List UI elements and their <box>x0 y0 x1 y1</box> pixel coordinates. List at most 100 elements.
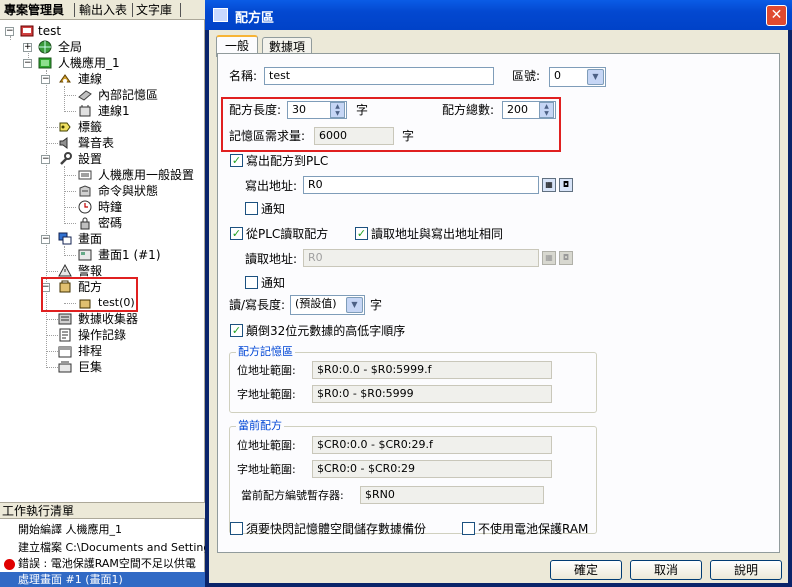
write-to-plc-checkbox[interactable]: ✓ <box>230 154 243 167</box>
collapse-icon[interactable]: − <box>5 27 14 36</box>
collapse-icon[interactable]: − <box>41 75 50 84</box>
tree-item-clock[interactable]: 時鐘 <box>0 199 205 215</box>
tree-item-password[interactable]: 密碼 <box>0 215 205 231</box>
current-bit-range-value: $CR0:0.0 - $CR0:29.f <box>312 436 552 454</box>
reverse-order-checkbox[interactable]: ✓ <box>230 324 243 337</box>
tree-guide <box>46 127 58 128</box>
recipe-dialog: 配方區 ✕ 一般 數據項 名稱: test 區號: 0 ▼ 配方長度: 30 ▲… <box>205 0 792 587</box>
dialog-client: 一般 數據項 名稱: test 區號: 0 ▼ 配方長度: 30 ▲ ▼ 字 配方… <box>209 30 788 583</box>
recipe-bit-range-label: 位地址範圍: <box>237 364 296 377</box>
tree-item-command-status[interactable]: 命令與狀態 <box>0 183 205 199</box>
tree-guide <box>64 95 76 96</box>
spin-up-icon[interactable]: ▲ <box>331 103 344 110</box>
spin-down-icon[interactable]: ▼ <box>331 110 344 117</box>
current-recipe-no-label: 當前配方編號暫存器: <box>241 489 344 502</box>
tree-guide <box>64 111 76 112</box>
name-input[interactable]: test <box>264 67 494 85</box>
tree-item-sound-table[interactable]: 聲音表 <box>0 135 205 151</box>
tab-io-table[interactable]: 輸出入表 <box>79 2 127 18</box>
read-from-plc-checkbox[interactable]: ✓ <box>230 227 243 240</box>
tab-separator <box>180 3 181 17</box>
tree-item-connection1[interactable]: 連線1 <box>0 103 205 119</box>
spin-up-icon[interactable]: ▲ <box>540 103 553 110</box>
write-address-label: 寫出地址: <box>245 179 298 193</box>
read-address-input: R0 <box>303 249 539 267</box>
tree-guide <box>46 271 58 272</box>
recipe-count-spinner[interactable]: ▲ ▼ <box>539 102 554 118</box>
name-label: 名稱: <box>229 69 258 83</box>
error-icon <box>4 559 15 570</box>
recipe-length-spinner[interactable]: ▲ ▼ <box>330 102 345 118</box>
ok-button[interactable]: 確定 <box>550 560 622 580</box>
flash-backup-checkbox[interactable] <box>230 522 243 535</box>
rw-length-label: 讀/寫長度: <box>229 298 286 312</box>
tree-item-tags[interactable]: 標籤 <box>0 119 205 135</box>
log-row[interactable]: 開始編譯 人機應用_1 <box>0 522 205 538</box>
no-battery-checkbox[interactable] <box>462 522 475 535</box>
tree-item-screen1[interactable]: 畫面1 (#1) <box>0 247 205 263</box>
tab-panel-general: 名稱: test 區號: 0 ▼ 配方長度: 30 ▲ ▼ 字 配方總數: 200… <box>217 53 780 553</box>
dialog-app-icon <box>213 8 228 22</box>
spin-down-icon[interactable]: ▼ <box>540 110 553 117</box>
rw-length-value: (預設值) <box>295 297 337 310</box>
read-notify-checkbox[interactable] <box>245 276 258 289</box>
recipe-memory-group-title: 配方記憶區 <box>236 345 295 359</box>
schedule-icon <box>58 346 72 358</box>
tree-item-internal-memory[interactable]: 內部記憶區 <box>0 87 205 103</box>
tree-guide <box>46 319 58 320</box>
tree-item-hmi-general[interactable]: 人機應用一般設置 <box>0 167 205 183</box>
help-button[interactable]: 說明 <box>710 560 782 580</box>
current-word-range-label: 字地址範圍: <box>237 463 296 476</box>
tree-item-global[interactable]: + 全局 <box>0 39 205 55</box>
area-select[interactable]: 0 ▼ <box>549 67 606 87</box>
collapse-icon[interactable]: − <box>41 155 50 164</box>
tab-text-library[interactable]: 文字庫 <box>136 2 172 18</box>
log-row-selected[interactable]: 處理畫面 #1 (畫面1) <box>0 572 205 587</box>
tree-item-schedule[interactable]: 排程 <box>0 343 205 359</box>
tree-item-root[interactable]: − test <box>0 23 205 39</box>
command-icon <box>79 185 91 197</box>
macro-icon <box>58 361 72 373</box>
recipe-length-value: 30 <box>292 103 306 116</box>
rw-length-select[interactable]: (預設值) ▼ <box>290 295 365 315</box>
cancel-button[interactable]: 取消 <box>630 560 702 580</box>
warning-icon <box>58 264 72 277</box>
same-address-checkbox[interactable]: ✓ <box>355 227 368 240</box>
memory-needed-unit: 字 <box>402 129 415 143</box>
globe-icon <box>38 40 52 54</box>
collapse-icon[interactable]: − <box>41 235 50 244</box>
tab-project-manager[interactable]: 專案管理員 <box>4 2 64 18</box>
close-button[interactable]: ✕ <box>766 5 787 26</box>
chevron-down-icon[interactable]: ▼ <box>587 69 604 85</box>
log-row[interactable]: 建立檔案 C:\Documents and Settings\ <box>0 540 205 556</box>
tree-item-macro[interactable]: 巨集 <box>0 359 205 375</box>
tree-item-hmi[interactable]: − 人機應用_1 <box>0 55 205 71</box>
dialog-titlebar[interactable]: 配方區 ✕ <box>205 0 792 30</box>
flash-backup-label: 須要快閃記憶體空間儲存數據備份 <box>246 522 427 536</box>
highlight-box-recipe <box>41 277 138 312</box>
chevron-down-icon[interactable]: ▼ <box>346 297 363 313</box>
tag-browse-icon[interactable]: ◘ <box>559 178 573 192</box>
tree-item-screens[interactable]: − 畫面 <box>0 231 205 247</box>
expand-icon[interactable]: + <box>23 43 32 52</box>
tree-item-settings[interactable]: − 設置 <box>0 151 205 167</box>
collapse-icon[interactable]: − <box>23 59 32 68</box>
write-address-input[interactable]: R0 <box>303 176 539 194</box>
tree-item-connection[interactable]: − 連線 <box>0 71 205 87</box>
tree-item-operation-log[interactable]: 操作記錄 <box>0 327 205 343</box>
current-bit-range-label: 位地址範圍: <box>237 439 296 452</box>
log-row-error[interactable]: 錯誤 : 電池保護RAM空間不足以供電 <box>0 556 205 572</box>
tree-guide <box>64 175 76 176</box>
tree-guide <box>64 255 76 256</box>
keypad-icon[interactable]: ▦ <box>542 178 556 192</box>
write-to-plc-label: 寫出配方到PLC <box>246 154 329 168</box>
area-select-value: 0 <box>554 69 561 82</box>
recipe-count-input[interactable]: 200 ▲ ▼ <box>502 101 556 119</box>
tree-item-data-collector[interactable]: 數據收集器 <box>0 311 205 327</box>
write-notify-checkbox[interactable] <box>245 202 258 215</box>
tree-guide <box>46 335 58 336</box>
recipe-length-input[interactable]: 30 ▲ ▼ <box>287 101 347 119</box>
tree-guide <box>64 207 76 208</box>
memory-needed-label: 記憶區需求量: <box>229 129 306 143</box>
no-battery-label: 不使用電池保護RAM <box>478 522 589 536</box>
